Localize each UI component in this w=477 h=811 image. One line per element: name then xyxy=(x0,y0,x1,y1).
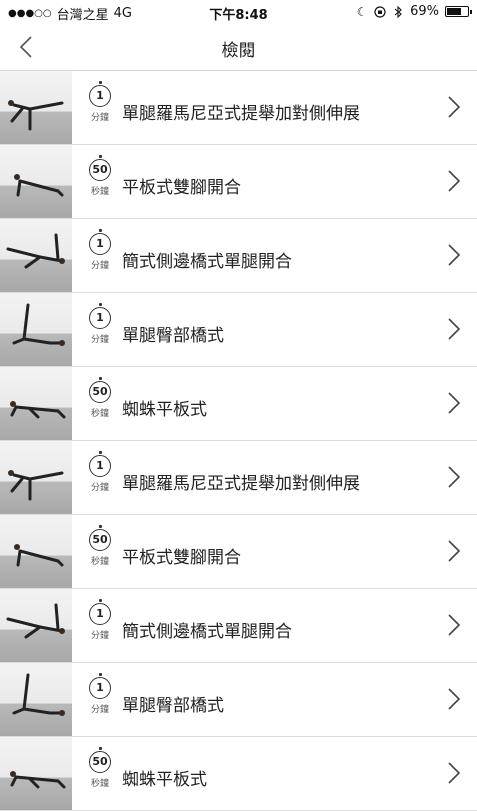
status-right: ☾ 69% xyxy=(356,4,472,19)
list-item[interactable]: 1 分鐘 單腿羅馬尼亞式提舉加對側伸展 xyxy=(0,71,477,145)
chevron-right-icon xyxy=(448,688,461,710)
navigation-bar: 檢閱 xyxy=(0,24,477,71)
duration-unit: 分鐘 xyxy=(90,705,109,715)
chevron-right-icon xyxy=(448,466,461,488)
battery-percent: 69% xyxy=(410,4,439,19)
duration-unit: 分鐘 xyxy=(90,483,109,493)
list-item[interactable]: 1 分鐘 單腿臀部橋式 xyxy=(0,293,477,367)
status-bar: ●●●○○ 台灣之星 4G 下午8:48 ☾ 69% xyxy=(0,0,477,24)
exercise-thumbnail xyxy=(0,515,72,588)
chevron-right-icon xyxy=(448,170,461,192)
exercise-thumbnail xyxy=(0,219,72,292)
stopwatch-icon: 1 xyxy=(89,229,111,255)
stopwatch-icon: 50 xyxy=(89,747,111,773)
rotation-lock-icon xyxy=(374,5,386,18)
duration-unit: 秒鐘 xyxy=(90,409,109,419)
exercise-thumbnail xyxy=(0,293,72,366)
exercise-title: 單腿臀部橋式 xyxy=(122,326,224,346)
exercise-thumbnail xyxy=(0,441,72,514)
duration-timer: 1 分鐘 xyxy=(86,229,114,271)
duration-timer: 1 分鐘 xyxy=(86,451,114,493)
exercise-title: 單腿羅馬尼亞式提舉加對側伸展 xyxy=(122,474,360,494)
list-item[interactable]: 50 秒鐘 平板式雙腳開合 xyxy=(0,145,477,219)
duration-unit: 分鐘 xyxy=(90,261,109,271)
stopwatch-icon: 1 xyxy=(89,81,111,107)
exercise-list: 1 分鐘 單腿羅馬尼亞式提舉加對側伸展 50 秒鐘 平板式雙腳開合 1 分鐘 簡… xyxy=(0,71,477,811)
bluetooth-icon xyxy=(392,5,404,18)
list-item[interactable]: 50 秒鐘 平板式雙腳開合 xyxy=(0,515,477,589)
exercise-title: 單腿羅馬尼亞式提舉加對側伸展 xyxy=(122,104,360,124)
moon-icon: ☾ xyxy=(356,4,368,19)
exercise-thumbnail xyxy=(0,145,72,218)
exercise-thumbnail xyxy=(0,71,72,144)
duration-timer: 1 分鐘 xyxy=(86,599,114,641)
duration-timer: 50 秒鐘 xyxy=(86,525,114,567)
list-item[interactable]: 1 分鐘 單腿臀部橋式 xyxy=(0,663,477,737)
duration-unit: 秒鐘 xyxy=(90,557,109,567)
exercise-thumbnail xyxy=(0,663,72,736)
page-title: 檢閱 xyxy=(221,41,256,61)
exercise-thumbnail xyxy=(0,367,72,440)
chevron-right-icon xyxy=(448,614,461,636)
list-item[interactable]: 1 分鐘 簡式側邊橋式單腿開合 xyxy=(0,589,477,663)
duration-unit: 分鐘 xyxy=(90,113,109,123)
exercise-title: 蜘蛛平板式 xyxy=(122,770,207,790)
battery-icon xyxy=(445,6,472,17)
duration-unit: 分鐘 xyxy=(90,631,109,641)
stopwatch-icon: 1 xyxy=(89,673,111,699)
chevron-right-icon xyxy=(448,244,461,266)
chevron-right-icon xyxy=(448,762,461,784)
stopwatch-icon: 50 xyxy=(89,155,111,181)
stopwatch-icon: 1 xyxy=(89,451,111,477)
duration-timer: 50 秒鐘 xyxy=(86,747,114,789)
stopwatch-icon: 1 xyxy=(89,599,111,625)
duration-timer: 50 秒鐘 xyxy=(86,377,114,419)
exercise-title: 蜘蛛平板式 xyxy=(122,400,207,420)
exercise-title: 平板式雙腳開合 xyxy=(122,178,241,198)
list-item[interactable]: 50 秒鐘 蜘蛛平板式 xyxy=(0,737,477,811)
exercise-title: 簡式側邊橋式單腿開合 xyxy=(122,252,292,272)
exercise-thumbnail xyxy=(0,737,72,810)
stopwatch-icon: 1 xyxy=(89,303,111,329)
exercise-title: 簡式側邊橋式單腿開合 xyxy=(122,622,292,642)
chevron-right-icon xyxy=(448,392,461,414)
list-item[interactable]: 1 分鐘 簡式側邊橋式單腿開合 xyxy=(0,219,477,293)
duration-timer: 1 分鐘 xyxy=(86,673,114,715)
exercise-title: 單腿臀部橋式 xyxy=(122,696,224,716)
duration-unit: 秒鐘 xyxy=(90,779,109,789)
stopwatch-icon: 50 xyxy=(89,525,111,551)
chevron-right-icon xyxy=(448,318,461,340)
duration-unit: 分鐘 xyxy=(90,335,109,345)
duration-timer: 1 分鐘 xyxy=(86,81,114,123)
chevron-right-icon xyxy=(448,96,461,118)
duration-timer: 50 秒鐘 xyxy=(86,155,114,197)
exercise-thumbnail xyxy=(0,589,72,662)
chevron-right-icon xyxy=(448,540,461,562)
exercise-title: 平板式雙腳開合 xyxy=(122,548,241,568)
duration-unit: 秒鐘 xyxy=(90,187,109,197)
duration-timer: 1 分鐘 xyxy=(86,303,114,345)
list-item[interactable]: 1 分鐘 單腿羅馬尼亞式提舉加對側伸展 xyxy=(0,441,477,515)
list-item[interactable]: 50 秒鐘 蜘蛛平板式 xyxy=(0,367,477,441)
stopwatch-icon: 50 xyxy=(89,377,111,403)
